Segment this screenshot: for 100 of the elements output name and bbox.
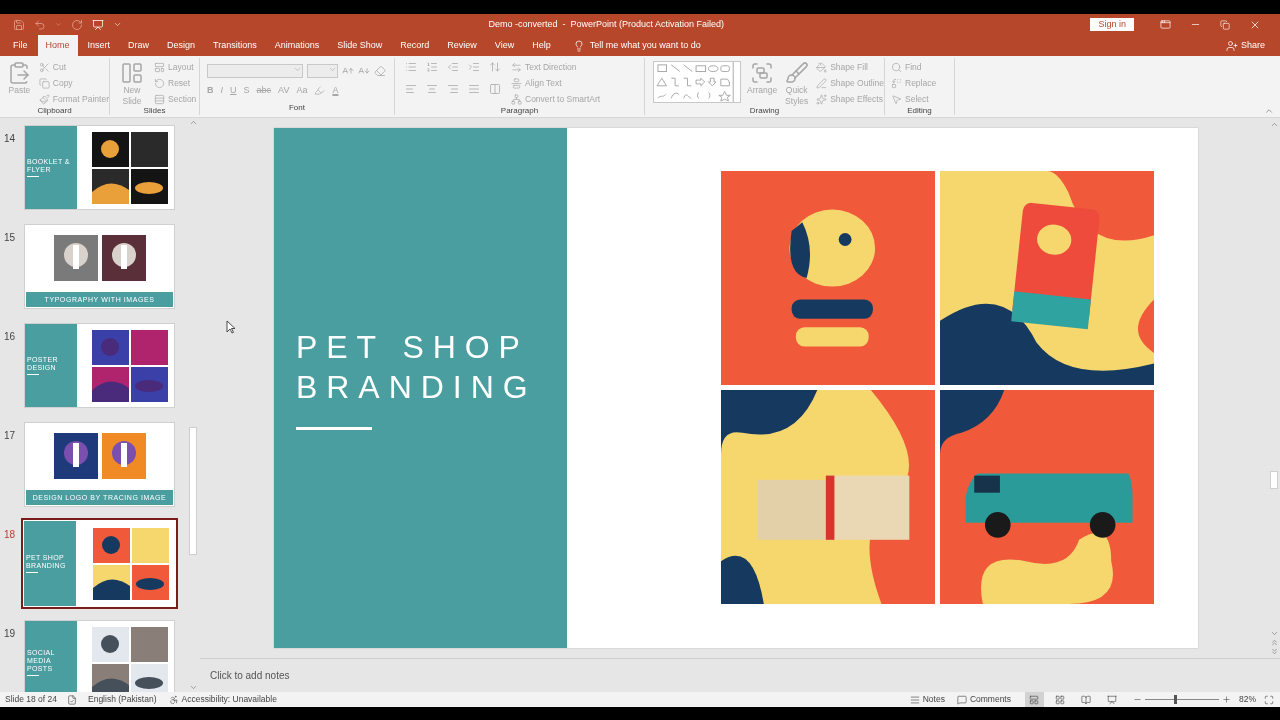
scroll-thumb[interactable] <box>189 427 197 555</box>
grid-view-icon <box>1055 694 1066 705</box>
ribbon-tab[interactable]: Transitions <box>205 35 265 56</box>
zoom-in-icon <box>1222 695 1231 704</box>
replace-icon <box>891 78 902 89</box>
slide-position: Slide 18 of 24 <box>4 693 57 706</box>
slide-number: 19 <box>4 628 16 639</box>
previous-slide-icon <box>1269 638 1279 647</box>
slide-number: 14 <box>4 133 16 144</box>
ribbon-group-label: Font <box>289 102 305 114</box>
paint-bucket-icon <box>816 62 828 73</box>
search-icon <box>891 62 902 73</box>
ribbon-tab[interactable]: Insert <box>79 35 119 56</box>
ribbon-group-label: Editing <box>907 105 932 117</box>
ribbon-tab[interactable]: Help <box>524 35 559 56</box>
ribbon-tab[interactable]: View <box>486 35 523 56</box>
lightbulb-icon <box>572 39 585 52</box>
align-text-icon <box>511 78 522 89</box>
sign-in-button[interactable]: Sign in <box>1090 18 1134 31</box>
line-spacing-icon <box>489 61 501 73</box>
ribbon-tab[interactable]: Draw <box>120 35 158 56</box>
brush-icon <box>784 61 809 85</box>
scroll-thumb[interactable] <box>1270 471 1278 489</box>
accessibility-status[interactable]: Accessibility: Unavailable <box>181 693 277 706</box>
share-icon <box>1225 39 1238 52</box>
shrink-font-icon <box>358 65 370 77</box>
tell-me-search[interactable]: Tell me what you want to do <box>589 38 701 53</box>
numbering-icon <box>426 61 438 73</box>
slide-title: BRANDING <box>296 367 538 407</box>
clear-format-icon <box>374 65 386 77</box>
slideshow-icon <box>1107 694 1118 705</box>
slide-title: PET SHOP <box>296 327 530 367</box>
mouse-pointer-icon <box>226 320 236 334</box>
restore-icon <box>1220 19 1230 30</box>
layout-icon <box>154 62 165 73</box>
accessibility-icon <box>168 694 179 705</box>
ribbon-group-label: Clipboard <box>37 105 72 117</box>
notes-button[interactable]: Notes <box>909 693 945 706</box>
columns-icon <box>489 83 501 95</box>
view-button[interactable] <box>1025 692 1044 707</box>
highlighter-icon <box>314 85 326 97</box>
section-icon <box>154 94 165 105</box>
scissors-icon <box>38 62 50 73</box>
reading-view-icon <box>1081 694 1092 705</box>
slide-number: 16 <box>4 331 16 342</box>
normal-view-icon <box>1029 694 1040 705</box>
grow-font-icon <box>342 65 354 77</box>
ribbon-group-label: Drawing <box>749 105 780 117</box>
window-title: Demo -converted - PowerPoint (Product Activation Failed) <box>488 17 725 31</box>
ribbon-tab[interactable]: Home <box>37 35 78 56</box>
justify-icon <box>468 83 480 95</box>
redo-icon <box>71 18 83 31</box>
fit-slide-icon <box>1264 694 1274 705</box>
comment-icon <box>956 694 967 705</box>
comments-button[interactable]: Comments <box>956 693 1011 706</box>
customize-icon <box>113 20 122 29</box>
indent-icon <box>468 61 480 73</box>
scroll-up-icon <box>1269 120 1279 129</box>
align-center-icon <box>426 83 438 95</box>
save-icon <box>13 18 25 31</box>
notes-icon <box>909 694 920 705</box>
zoom-level[interactable]: 82% <box>1239 693 1256 706</box>
align-left-icon <box>405 83 417 95</box>
scroll-up-icon <box>188 118 198 127</box>
spelling-check-icon <box>67 694 77 705</box>
paintbrush-icon <box>38 94 50 105</box>
caret-icon <box>55 21 62 28</box>
align-right-icon <box>447 83 459 95</box>
copy-icon <box>38 78 50 89</box>
ribbon-tab[interactable]: Animations <box>266 35 328 56</box>
share-button[interactable]: Share <box>1225 35 1280 56</box>
ribbon-group-label: Paragraph <box>500 105 539 117</box>
collapse-ribbon-icon <box>1264 106 1274 116</box>
zoom-slider[interactable] <box>1145 695 1219 704</box>
caret-icon <box>328 65 337 74</box>
bullets-icon <box>405 61 417 73</box>
slide-number: 17 <box>4 430 16 441</box>
caret-icon <box>293 65 302 74</box>
scroll-down-icon <box>1269 629 1279 638</box>
arrange-icon <box>750 61 775 85</box>
next-slide-icon <box>1269 647 1279 656</box>
ribbon-tab[interactable]: Design <box>159 35 204 56</box>
slide-number: 15 <box>4 232 16 243</box>
text-direction-icon <box>511 62 522 73</box>
undo-icon <box>34 18 46 31</box>
ribbon-group-label: Slides <box>143 105 166 117</box>
ribbon-tab[interactable]: File <box>5 35 36 56</box>
ribbon-display-icon <box>1159 19 1171 30</box>
pointer-icon <box>891 94 902 105</box>
language[interactable]: English (Pakistan) <box>88 693 157 706</box>
pen-icon <box>816 78 828 89</box>
scroll-down-icon <box>188 683 198 692</box>
clipboard-icon <box>7 61 32 85</box>
ribbon-tab[interactable]: Record <box>392 35 438 56</box>
ribbon-tab[interactable]: Slide Show <box>329 35 391 56</box>
outdent-icon <box>447 61 459 73</box>
ribbon-tab[interactable]: Review <box>439 35 485 56</box>
presentation-icon <box>92 18 104 31</box>
sparkles-icon <box>816 94 828 105</box>
slide-number: 18 <box>4 529 16 540</box>
